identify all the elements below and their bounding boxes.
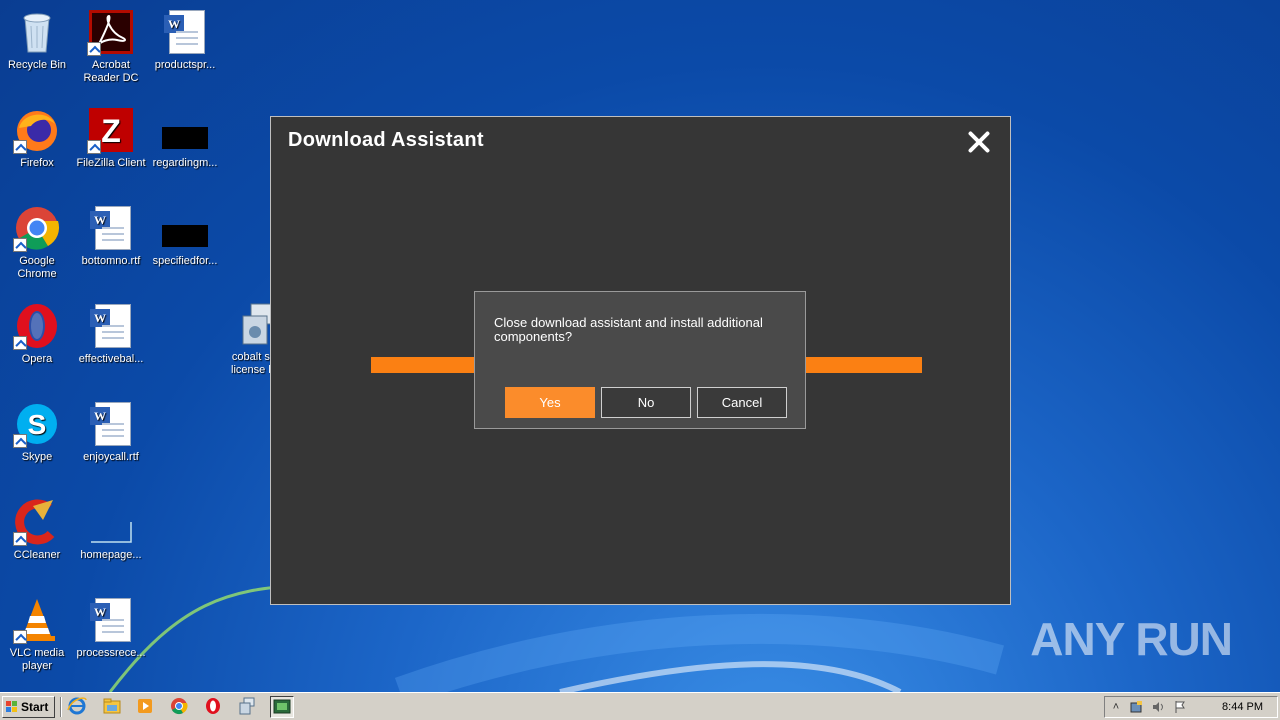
desktop-icon-processrece[interactable]: W processrece...: [74, 596, 148, 660]
icon-label: Skype: [21, 451, 53, 463]
desktop-icon-bottomno[interactable]: W bottomno.rtf: [74, 204, 148, 268]
icon-label: VLC media player: [9, 647, 65, 672]
anyrun-watermark: ANY RUN: [1030, 613, 1233, 665]
desktop-icon-skype[interactable]: S Skype: [0, 400, 74, 464]
filezilla-icon: Z: [87, 106, 135, 154]
desktop-icon-opera[interactable]: Opera: [0, 302, 74, 366]
word-doc-icon: W: [87, 204, 135, 252]
desktop-icon-acrobat[interactable]: Acrobat Reader DC: [74, 8, 148, 85]
icon-label: productspr...: [154, 59, 216, 71]
desktop-icon-productspr[interactable]: W productspr...: [148, 8, 222, 72]
taskbar-separator: [60, 697, 62, 717]
shortcut-arrow-icon: [13, 630, 27, 644]
chrome-icon[interactable]: [168, 696, 192, 718]
icon-label: homepage...: [80, 549, 142, 561]
close-icon[interactable]: [966, 129, 992, 155]
icon-label: effectivebal...: [78, 353, 144, 365]
windows-logo-icon: [6, 701, 18, 713]
no-button[interactable]: No: [601, 387, 691, 418]
flag-icon[interactable]: [1173, 700, 1187, 714]
chrome-icon: [13, 204, 61, 252]
shortcut-arrow-icon: [13, 434, 27, 448]
icon-label: Opera: [21, 353, 53, 365]
desktop-icon-vlc[interactable]: VLC media player: [0, 596, 74, 673]
icon-label: enjoycall.rtf: [83, 451, 139, 463]
shortcut-arrow-icon: [87, 140, 101, 154]
icon-label: processrece...: [76, 647, 146, 659]
shortcut-arrow-icon: [13, 336, 27, 350]
yes-button[interactable]: Yes: [505, 387, 595, 418]
desktop-icon-filezilla[interactable]: Z FileZilla Client: [74, 106, 148, 170]
svg-text:S: S: [28, 409, 47, 440]
firefox-icon: [13, 106, 61, 154]
desktop-icon-ccleaner[interactable]: CCleaner: [0, 498, 74, 562]
word-doc-icon: W: [87, 596, 135, 644]
desktop-icon-specifiedfor[interactable]: specifiedfor...: [148, 204, 222, 268]
opera-icon: [13, 302, 61, 350]
redacted-file-icon: [161, 204, 209, 252]
cancel-button[interactable]: Cancel: [697, 387, 787, 418]
acrobat-icon: [87, 8, 135, 56]
desktop-icon-recycle-bin[interactable]: Recycle Bin: [0, 8, 74, 72]
icon-label: regardingm...: [152, 157, 218, 169]
system-tray: ˄ 8:44 PM: [1104, 696, 1278, 718]
icon-label: Google Chrome: [17, 255, 57, 280]
desktop-icon-homepage[interactable]: homepage...: [74, 498, 148, 562]
explorer-icon[interactable]: [101, 696, 125, 718]
taskbar: Start ˄ 8:44 PM: [0, 692, 1280, 720]
desktop-icon-enjoycall[interactable]: W enjoycall.rtf: [74, 400, 148, 464]
desktop-icon-chrome[interactable]: Google Chrome: [0, 204, 74, 281]
icon-label: Recycle Bin: [7, 59, 67, 71]
start-button[interactable]: Start: [2, 696, 55, 718]
icon-label: specifiedfor...: [152, 255, 218, 267]
icon-label: Firefox: [20, 157, 54, 169]
confirm-message: Close download assistant and install add…: [494, 315, 763, 344]
vlc-icon: [13, 596, 61, 644]
volume-icon[interactable]: [1151, 700, 1165, 714]
start-label: Start: [21, 700, 49, 714]
shortcut-arrow-icon: [13, 238, 27, 252]
shortcut-arrow-icon: [13, 140, 27, 154]
desktop-icon-regardingm[interactable]: regardingm...: [148, 106, 222, 170]
confirm-dialog: Close download assistant and install add…: [474, 291, 806, 429]
action-center-icon[interactable]: [1129, 700, 1143, 714]
blank-file-icon: [87, 498, 135, 546]
icon-label: bottomno.rtf: [81, 255, 141, 267]
ccleaner-icon: [13, 498, 61, 546]
recycle-bin-icon: [13, 8, 61, 56]
skype-icon: S: [13, 400, 61, 448]
ie-icon[interactable]: [66, 696, 90, 718]
shortcut-arrow-icon: [87, 42, 101, 56]
svg-text:Z: Z: [101, 113, 121, 149]
icon-label: Acrobat Reader DC: [83, 59, 139, 84]
word-doc-icon: W: [87, 302, 135, 350]
download-assistant-icon[interactable]: [270, 696, 294, 718]
desktop-icon-effectivebal[interactable]: W effectivebal...: [74, 302, 148, 366]
show-hidden-icons-icon[interactable]: ˄: [1109, 700, 1123, 714]
clock[interactable]: 8:44 PM: [1222, 701, 1263, 713]
shortcut-arrow-icon: [13, 532, 27, 546]
word-doc-icon: W: [87, 400, 135, 448]
icon-label: CCleaner: [13, 549, 61, 561]
word-doc-icon: W: [161, 8, 209, 56]
opera-icon[interactable]: [202, 696, 226, 718]
redacted-file-icon: [161, 106, 209, 154]
window-title: Download Assistant: [288, 129, 484, 151]
installer-icon[interactable]: [236, 696, 260, 718]
media-player-icon[interactable]: [134, 696, 158, 718]
icon-label: FileZilla Client: [76, 157, 146, 169]
desktop-icon-firefox[interactable]: Firefox: [0, 106, 74, 170]
